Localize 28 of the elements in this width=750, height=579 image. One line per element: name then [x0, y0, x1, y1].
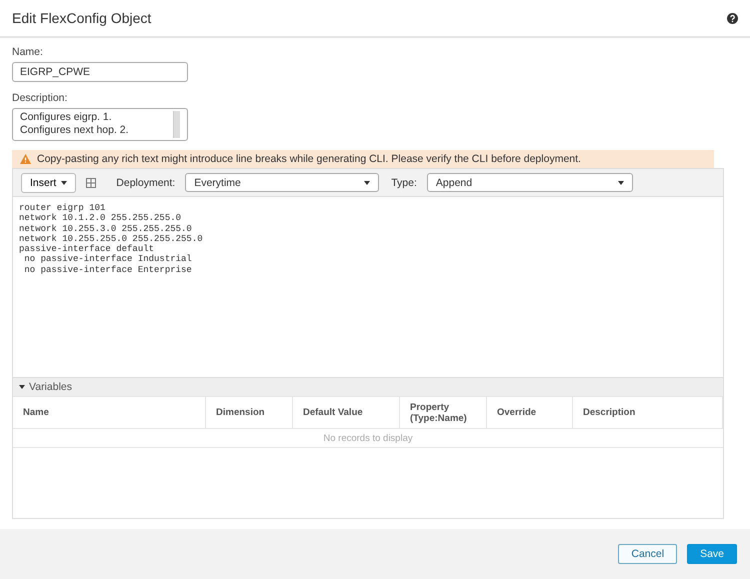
deployment-label: Deployment:	[116, 176, 176, 188]
column-header: Override	[487, 396, 573, 429]
warning-icon	[20, 154, 31, 164]
insert-button[interactable]: Insert	[21, 172, 76, 192]
description-field[interactable]: Configures eigrp. 1. Configures next hop. 2.	[12, 108, 188, 141]
column-header: Name	[13, 396, 206, 429]
cancel-button[interactable]: Cancel	[618, 544, 678, 564]
column-header: Description	[573, 396, 723, 429]
caret-icon	[19, 385, 25, 389]
column-header: Property (Type:Name)	[400, 396, 487, 429]
column-header: Dimension	[206, 396, 293, 429]
dialog-title: Edit FlexConfig Object	[12, 10, 152, 26]
empty-message: No records to display	[13, 429, 723, 448]
grid-icon[interactable]	[86, 178, 96, 188]
caret-icon	[61, 180, 68, 184]
description-label: Description:	[12, 92, 68, 104]
caret-icon	[618, 180, 624, 184]
type-select[interactable]: Append	[426, 173, 633, 192]
help-icon[interactable]	[727, 12, 738, 24]
variables-header[interactable]: Variables	[13, 378, 723, 396]
name-field[interactable]: EIGRP_CPWE	[12, 62, 188, 82]
column-header: Default Value	[293, 396, 400, 429]
warning-text: Copy-pasting any rich text might introduce line breaks while generating CLI. Please verify the CLI before deployment.	[37, 153, 581, 165]
scrollbar[interactable]	[173, 111, 180, 138]
deployment-select[interactable]: Everytime	[185, 173, 380, 192]
name-label: Name:	[12, 46, 44, 58]
caret-icon	[364, 180, 370, 184]
type-label: Type:	[391, 176, 417, 188]
